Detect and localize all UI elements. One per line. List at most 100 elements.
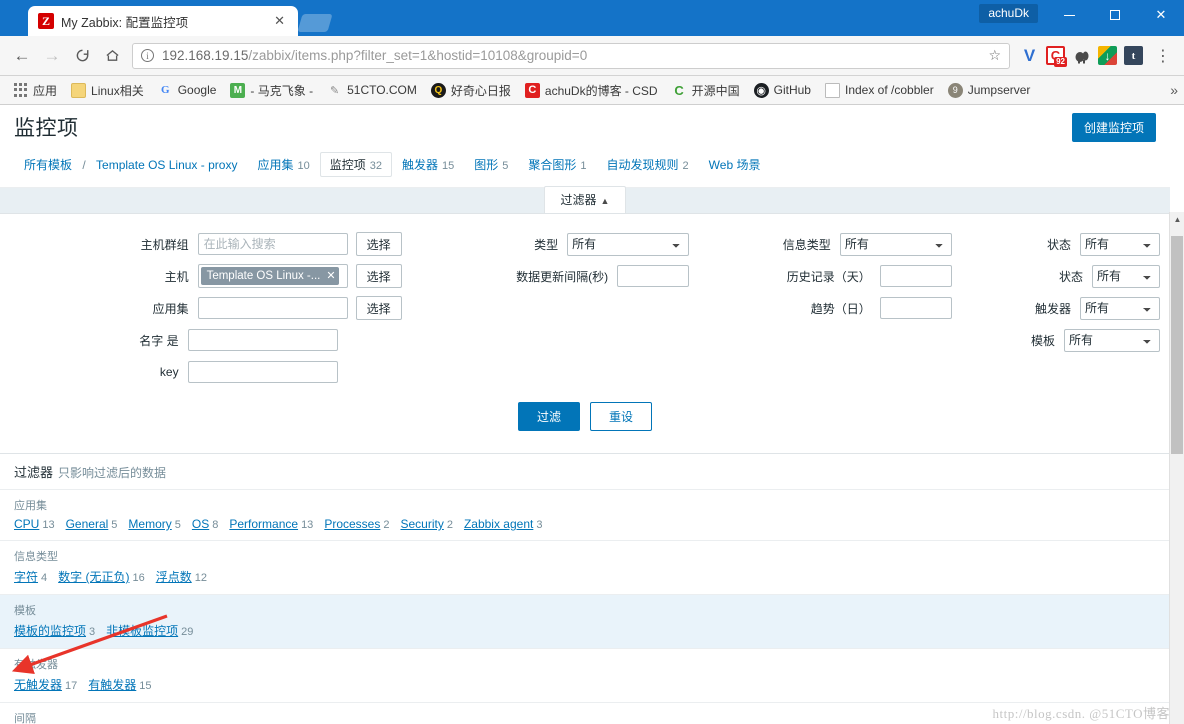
subfilter-item-label[interactable]: 浮点数 (156, 570, 192, 584)
bookmark-linux-folder[interactable]: Linux相关 (64, 82, 151, 99)
close-window-button[interactable]: ✕ (1138, 0, 1184, 30)
download-manager-icon[interactable]: ↓ (1098, 46, 1117, 65)
history-input[interactable] (879, 265, 952, 287)
trends-input[interactable] (879, 297, 952, 319)
nav-tab-label[interactable]: 应用集 (257, 158, 293, 172)
bookmark-csdn-blog[interactable]: C achuDk的博客 - CSD (518, 82, 665, 99)
reload-icon[interactable] (68, 42, 96, 70)
nav-tab-label[interactable]: 图形 (474, 158, 498, 172)
nav-tab-screens[interactable]: 聚合图形 1 (518, 152, 596, 177)
nav-tab-applications[interactable]: 应用集 10 (247, 152, 319, 177)
bookmarks-overflow-icon[interactable]: » (1170, 82, 1178, 98)
csdn-extension-icon[interactable]: C 92 (1046, 46, 1067, 67)
subfilter-item[interactable]: OS 8 (192, 517, 218, 531)
tumblr-icon[interactable]: t (1124, 46, 1143, 65)
subfilter-item-label[interactable]: 数字 (无正负) (58, 570, 129, 584)
remove-host-icon[interactable]: ✕ (326, 269, 335, 282)
nav-tab-label[interactable]: 自动发现规则 (607, 158, 679, 172)
bookmark-oschina[interactable]: C 开源中国 (665, 82, 747, 99)
vimium-icon[interactable]: V (1020, 46, 1039, 65)
subfilter-item[interactable]: 有触发器 15 (88, 676, 151, 693)
subfilter-item[interactable]: 非模板监控项 29 (106, 622, 193, 639)
maximize-button[interactable] (1092, 0, 1138, 30)
page-scrollbar[interactable]: ▲ ▼ (1169, 212, 1184, 724)
value-type-select[interactable]: 所有 (839, 232, 952, 256)
minimize-button[interactable] (1046, 0, 1092, 30)
host-group-select-button[interactable]: 选择 (355, 232, 402, 256)
subfilter-item-label[interactable]: 非模板监控项 (106, 624, 178, 638)
new-tab-button[interactable] (297, 14, 333, 32)
subfilter-item[interactable]: 数字 (无正负) 16 (58, 568, 145, 585)
bookmark-jumpserver[interactable]: 9 Jumpserver (941, 82, 1038, 98)
status-select[interactable]: 所有 (1080, 232, 1160, 256)
bookmark-github[interactable]: ◉ GitHub (747, 82, 818, 98)
scroll-up-icon[interactable]: ▲ (1170, 212, 1184, 227)
bookmark-cobbler-index[interactable]: Index of /cobbler (818, 82, 941, 98)
bookmark-qdaily[interactable]: Q 好奇心日报 (424, 82, 518, 99)
host-group-input[interactable] (197, 233, 348, 255)
nav-tab-label[interactable]: 触发器 (402, 158, 438, 172)
reset-filter-button[interactable]: 重设 (590, 402, 653, 431)
update-interval-input[interactable] (617, 265, 690, 287)
subfilter-item-label[interactable]: General (66, 517, 109, 531)
chrome-menu-icon[interactable]: ⋮ (1150, 46, 1176, 66)
subfilter-item[interactable]: 浮点数 12 (156, 568, 207, 585)
bookmark-google[interactable]: G Google (151, 83, 224, 98)
back-icon[interactable]: ← (8, 42, 36, 70)
state-select[interactable]: 所有 (1092, 264, 1160, 288)
evernote-icon[interactable] (1072, 46, 1091, 65)
key-input[interactable] (187, 361, 338, 383)
template-select[interactable]: 所有 (1064, 328, 1160, 352)
create-item-button[interactable]: 创建监控项 (1071, 112, 1156, 142)
subfilter-item[interactable]: Zabbix agent 3 (464, 517, 543, 531)
nav-tab-web[interactable]: Web 场景 (699, 152, 771, 177)
bookmark-51cto[interactable]: ✎ 51CTO.COM (320, 83, 424, 98)
subfilter-item-label[interactable]: Performance (229, 517, 298, 531)
host-multiselect[interactable]: Template OS Linux -... ✕ (197, 264, 348, 288)
host-select-button[interactable]: 选择 (355, 264, 402, 288)
subfilter-item[interactable]: 无触发器 17 (14, 676, 77, 693)
breadcrumb-template[interactable]: Template OS Linux - proxy (96, 158, 237, 172)
home-icon[interactable] (98, 42, 126, 70)
subfilter-item[interactable]: CPU 13 (14, 517, 55, 531)
subfilter-item-label[interactable]: Processes (324, 517, 380, 531)
nav-tab-triggers[interactable]: 触发器 15 (392, 152, 464, 177)
nav-tab-items[interactable]: 监控项 32 (319, 152, 392, 177)
subfilter-item-label[interactable]: Zabbix agent (464, 517, 533, 531)
subfilter-item[interactable]: General 5 (66, 517, 118, 531)
nav-tab-graphs[interactable]: 图形 5 (464, 152, 518, 177)
subfilter-item[interactable]: Memory 5 (128, 517, 180, 531)
subfilter-item-label[interactable]: 无触发器 (14, 678, 62, 692)
close-tab-icon[interactable]: ✕ (269, 13, 290, 29)
scrollbar-thumb[interactable] (1171, 236, 1183, 454)
application-select-button[interactable]: 选择 (355, 296, 402, 320)
bookmark-apps[interactable]: 应用 (6, 82, 64, 99)
subfilter-item[interactable]: Security 2 (400, 517, 452, 531)
nav-tab-label[interactable]: 聚合图形 (528, 158, 576, 172)
bookmark-star-icon[interactable]: ☆ (988, 47, 1001, 64)
filter-tab[interactable]: 过滤器 ▲ (543, 186, 627, 213)
address-bar[interactable]: i 192.168.19.15/zabbix/items.php?filter_… (132, 42, 1010, 69)
browser-tab[interactable]: Z My Zabbix: 配置监控项 ✕ (28, 6, 298, 36)
name-input[interactable] (187, 329, 338, 351)
breadcrumb-all-templates[interactable]: 所有模板 (24, 158, 72, 172)
nav-tab-label[interactable]: Web 场景 (709, 158, 761, 172)
subfilter-item-label[interactable]: Memory (128, 517, 171, 531)
site-info-icon[interactable]: i (141, 49, 154, 62)
subfilter-item-label[interactable]: OS (192, 517, 209, 531)
type-select[interactable]: 所有 (567, 232, 690, 256)
nav-tab-label[interactable]: 监控项 (330, 158, 366, 172)
bookmark-markfeixiang[interactable]: M - 马克飞象 - (223, 82, 320, 99)
application-input[interactable] (197, 297, 348, 319)
nav-tab-discovery[interactable]: 自动发现规则 2 (597, 152, 699, 177)
subfilter-item[interactable]: 模板的监控项 3 (14, 622, 95, 639)
subfilter-item[interactable]: 字符 4 (14, 568, 47, 585)
subfilter-item-label[interactable]: CPU (14, 517, 39, 531)
subfilter-item-label[interactable]: Security (400, 517, 443, 531)
subfilter-item-label[interactable]: 字符 (14, 570, 38, 584)
triggers-select[interactable]: 所有 (1080, 296, 1160, 320)
subfilter-item[interactable]: Performance 13 (229, 517, 313, 531)
subfilter-item-label[interactable]: 模板的监控项 (14, 624, 86, 638)
apply-filter-button[interactable]: 过滤 (517, 402, 580, 431)
subfilter-item-label[interactable]: 有触发器 (88, 678, 136, 692)
